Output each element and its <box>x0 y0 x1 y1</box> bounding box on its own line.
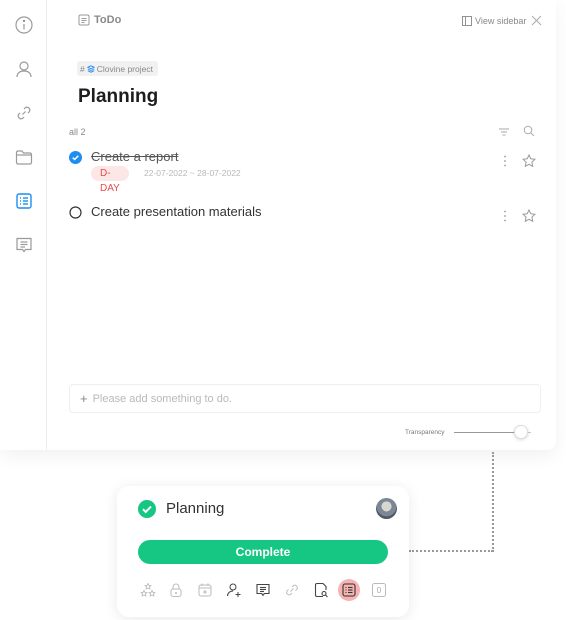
add-date-button[interactable] <box>194 579 216 601</box>
project-tag[interactable]: # Clovine project <box>77 61 158 76</box>
folder-icon <box>15 150 33 165</box>
todo-list-button[interactable] <box>338 579 360 601</box>
task-card: Planning Complete 0 <box>117 486 409 617</box>
user-icon <box>16 61 32 78</box>
todo-list-icon <box>342 583 356 597</box>
card-title: Planning <box>166 500 225 517</box>
lock-icon <box>170 583 182 597</box>
search-icon[interactable] <box>523 125 535 137</box>
transparency-slider-track[interactable] <box>454 432 521 433</box>
filter-icon[interactable] <box>498 126 510 138</box>
sidebar-layout-icon <box>462 16 472 26</box>
view-sidebar-button[interactable]: View sidebar <box>462 16 526 26</box>
sidebar-item-todo[interactable] <box>14 191 34 211</box>
info-icon <box>15 16 33 34</box>
document-icon <box>78 14 90 26</box>
comment-icon <box>16 237 32 253</box>
view-sidebar-label: View sidebar <box>475 16 527 26</box>
sidebar-item-files[interactable] <box>14 147 34 167</box>
avatar[interactable] <box>376 498 397 519</box>
add-member-button[interactable] <box>223 579 245 601</box>
todo-list-icon <box>16 193 32 209</box>
todo-text[interactable]: Create presentation materials <box>91 204 262 219</box>
counter-value: 0 <box>377 586 382 595</box>
priority-button[interactable] <box>137 579 159 601</box>
link-button[interactable] <box>281 579 303 601</box>
todo-panel: ToDo View sidebar # Clovine project Plan… <box>0 0 556 450</box>
complete-button[interactable]: Complete <box>138 540 388 564</box>
sidebar-item-notes[interactable] <box>14 235 34 255</box>
add-todo-input[interactable] <box>92 392 513 405</box>
transparency-slider-thumb[interactable] <box>513 425 528 439</box>
close-icon[interactable] <box>531 15 542 26</box>
connector-line <box>409 550 493 552</box>
add-user-icon <box>227 583 241 597</box>
project-name: Clovine project <box>96 63 153 74</box>
link-icon <box>286 584 298 596</box>
page-title: Planning <box>78 86 159 107</box>
stars-icon <box>140 582 156 597</box>
lock-button[interactable] <box>165 579 187 601</box>
file-search-button[interactable] <box>310 579 332 601</box>
project-hash: # <box>80 63 85 74</box>
date-range: 22-07-2022 ~ 28-07-2022 <box>144 168 241 178</box>
transparency-label: Transparency <box>405 429 445 436</box>
comment-button[interactable] <box>252 579 274 601</box>
unchecked-circle-icon[interactable] <box>69 206 82 219</box>
more-vertical-icon[interactable] <box>503 210 507 222</box>
plus-icon: + <box>80 391 88 406</box>
todo-count: all 2 <box>69 127 86 137</box>
counter-box-icon: 0 <box>372 583 386 597</box>
star-icon[interactable] <box>522 209 536 223</box>
calendar-add-icon <box>198 583 212 597</box>
counter-button[interactable]: 0 <box>368 579 390 601</box>
todo-text[interactable]: Create a report <box>91 149 178 164</box>
dday-badge: D-DAY <box>91 166 129 194</box>
comment-icon <box>256 583 270 597</box>
file-search-icon <box>314 582 328 598</box>
sidebar-item-members[interactable] <box>14 59 34 79</box>
connector-line <box>492 452 494 552</box>
more-vertical-icon[interactable] <box>503 155 507 167</box>
star-icon[interactable] <box>522 154 536 168</box>
sidebar-item-info[interactable] <box>14 15 34 35</box>
panel-title: ToDo <box>78 14 121 26</box>
sidebar <box>0 0 47 450</box>
checked-circle-icon[interactable] <box>138 500 156 518</box>
project-stack-icon <box>86 64 95 73</box>
panel-title-text: ToDo <box>94 14 122 26</box>
sidebar-item-links[interactable] <box>14 103 34 123</box>
add-todo-field[interactable]: + <box>69 384 541 413</box>
link-icon <box>17 106 31 120</box>
checked-circle-icon[interactable] <box>69 151 82 164</box>
